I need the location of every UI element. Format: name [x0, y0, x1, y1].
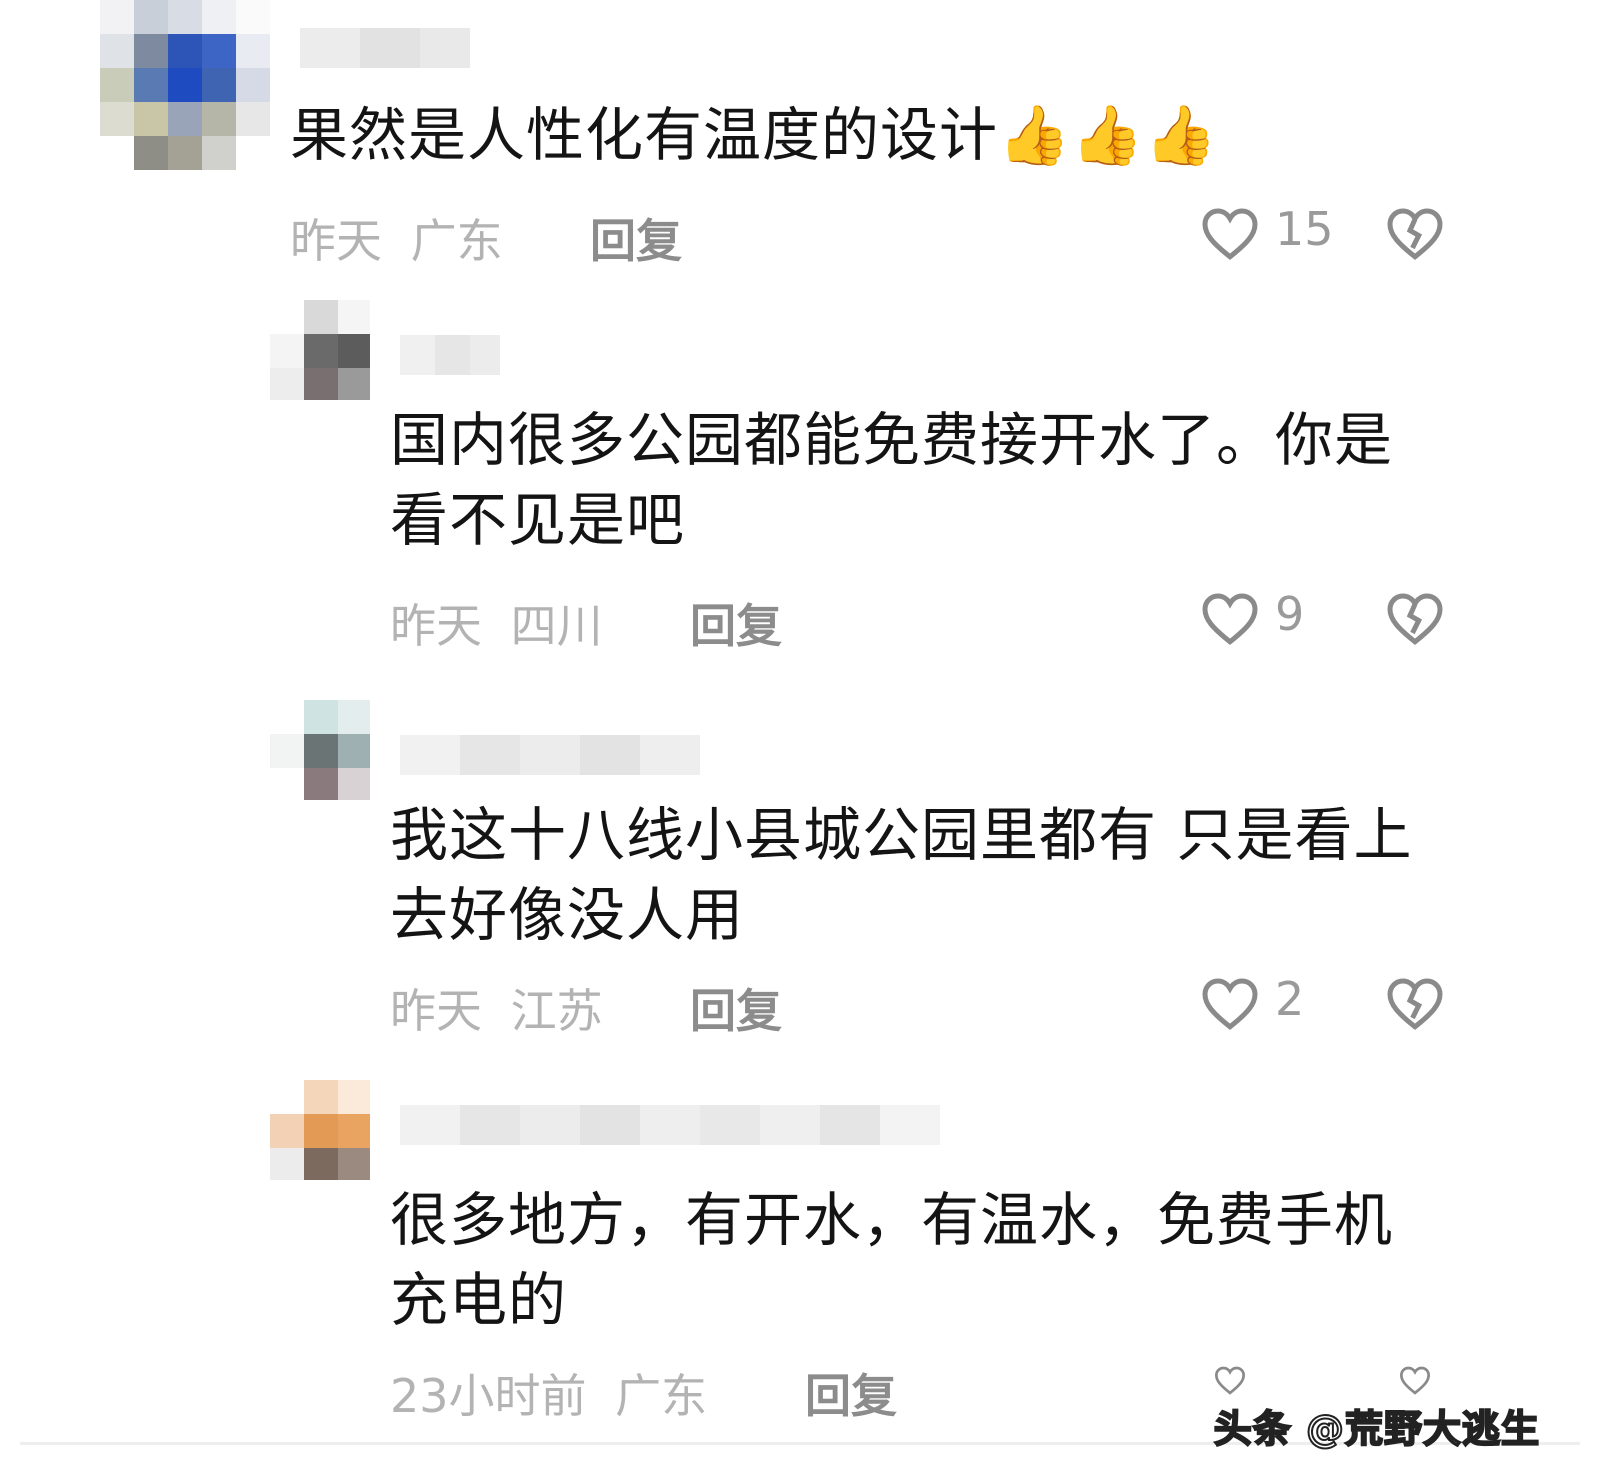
comment-time: 23小时前 — [390, 1369, 587, 1423]
like-count: 2 — [1275, 972, 1305, 1026]
reply-button[interactable]: 回复 — [690, 975, 782, 1041]
broken-heart-icon[interactable] — [1385, 975, 1445, 1031]
comment-meta: 昨天 广东 — [290, 205, 503, 271]
username-blurred[interactable] — [300, 28, 470, 68]
like-count: 9 — [1275, 587, 1305, 641]
avatar[interactable] — [270, 1080, 370, 1180]
reply-button[interactable]: 回复 — [690, 590, 782, 656]
comment-location: 江苏 — [510, 984, 603, 1038]
comment-meta: 昨天 四川 — [390, 590, 603, 656]
broken-heart-icon[interactable] — [1385, 590, 1445, 646]
heart-icon[interactable] — [1200, 1365, 1260, 1395]
reply-button[interactable]: 回复 — [590, 205, 682, 271]
comment-time: 昨天 — [390, 984, 482, 1038]
comment-time: 昨天 — [390, 599, 482, 653]
comment-item: 很多地方，有开水，有温水，免费手机充电的 23小时前 广东 回复 — [0, 1080, 1600, 1440]
avatar[interactable] — [100, 0, 270, 170]
thumbs-up-emoji: 👍👍👍 — [998, 101, 1218, 169]
username-blurred[interactable] — [400, 1105, 940, 1145]
comment-meta: 昨天 江苏 — [390, 975, 603, 1041]
broken-heart-icon[interactable] — [1385, 1365, 1445, 1395]
watermark: 头条 @荒野大逃生 — [1213, 1406, 1540, 1452]
heart-icon[interactable] — [1200, 590, 1260, 646]
comment-text: 很多地方，有开水，有温水，免费手机充电的 — [390, 1186, 1394, 1334]
avatar[interactable] — [270, 700, 370, 800]
heart-icon[interactable] — [1200, 975, 1260, 1031]
comment-location: 广东 — [410, 214, 503, 268]
comment-time: 昨天 — [290, 214, 382, 268]
comment-meta: 23小时前 广东 — [390, 1360, 707, 1426]
comment-item: 我这十八线小县城公园里都有 只是看上去好像没人用 昨天 江苏 回复 2 — [0, 700, 1600, 1070]
broken-heart-icon[interactable] — [1385, 205, 1445, 261]
comment-item: 果然是人性化有温度的设计👍👍👍 昨天 广东 回复 15 — [0, 0, 1600, 290]
comment-text: 国内很多公园都能免费接开水了。你是看不见是吧 — [390, 406, 1394, 554]
avatar[interactable] — [270, 300, 370, 400]
username-blurred[interactable] — [400, 735, 700, 775]
comment-location: 广东 — [615, 1369, 708, 1423]
comment-item: 国内很多公园都能免费接开水了。你是看不见是吧 昨天 四川 回复 9 — [0, 300, 1600, 680]
like-count: 15 — [1275, 202, 1334, 256]
heart-icon[interactable] — [1200, 205, 1260, 261]
reply-button[interactable]: 回复 — [805, 1360, 897, 1426]
comment-location: 四川 — [510, 599, 603, 653]
comment-text: 果然是人性化有温度的设计👍👍👍 — [290, 101, 1218, 169]
comment-text: 我这十八线小县城公园里都有 只是看上去好像没人用 — [390, 801, 1413, 949]
username-blurred[interactable] — [400, 335, 500, 375]
